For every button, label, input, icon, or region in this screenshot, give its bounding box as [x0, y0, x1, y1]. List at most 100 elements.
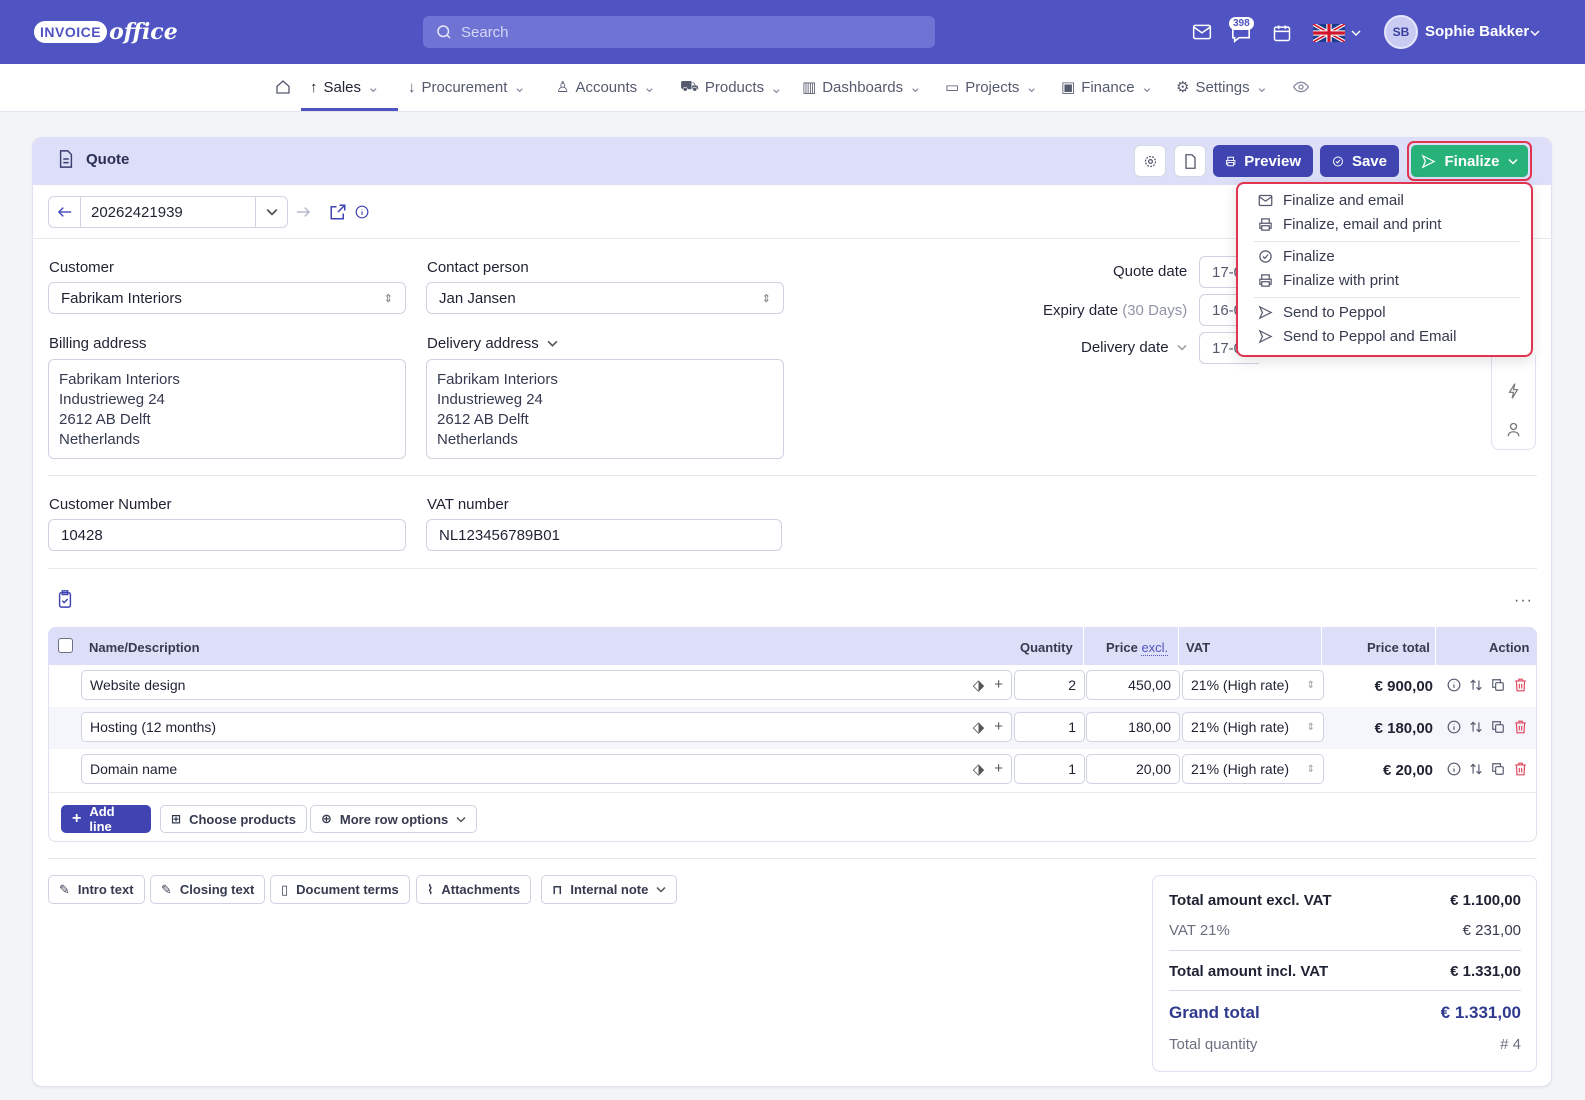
- pdf-button[interactable]: [1174, 145, 1206, 177]
- quantity-field[interactable]: 1: [1014, 754, 1085, 784]
- save-button[interactable]: Save: [1320, 145, 1399, 177]
- column-header-price-total: Price total: [1367, 640, 1430, 655]
- settings-button[interactable]: [1134, 145, 1166, 177]
- nav-item-sales[interactable]: ↑ Sales ⌄: [310, 78, 380, 97]
- vat-number-field[interactable]: NL123456789B01: [426, 519, 782, 551]
- calendar-icon[interactable]: [1272, 23, 1292, 43]
- tag-icon[interactable]: ⬗: [973, 760, 985, 778]
- select-all-checkbox[interactable]: [58, 638, 73, 653]
- price-field[interactable]: 20,00: [1086, 754, 1180, 784]
- vat-select[interactable]: 21% (High rate) ⇕: [1182, 670, 1324, 700]
- menu-item-send-peppol-email[interactable]: Send to Peppol and Email: [1258, 328, 1456, 345]
- quantity-field[interactable]: 2: [1014, 670, 1085, 700]
- copy-icon[interactable]: [1491, 762, 1505, 776]
- customer-select[interactable]: Fabrikam Interiors ⇕: [48, 282, 406, 314]
- preview-button[interactable]: Preview: [1213, 145, 1313, 177]
- intro-text-button[interactable]: ✎ Intro text: [48, 875, 145, 904]
- lightning-icon[interactable]: [1507, 383, 1520, 399]
- menu-label: Finalize and email: [1283, 192, 1404, 209]
- attachments-button[interactable]: ⌇ Attachments: [416, 875, 532, 904]
- menu-item-finalize[interactable]: Finalize: [1258, 248, 1335, 265]
- info-icon[interactable]: [1447, 678, 1461, 692]
- copy-icon[interactable]: [1491, 678, 1505, 692]
- menu-item-finalize-print[interactable]: Finalize with print: [1258, 272, 1399, 289]
- plus-icon[interactable]: +: [994, 676, 1003, 694]
- logo-pill: INVOICE: [34, 21, 108, 43]
- contact-value: Jan Jansen: [439, 289, 516, 307]
- copy-icon[interactable]: [1491, 720, 1505, 734]
- item-name-field[interactable]: Website design ⬗ +: [81, 670, 1012, 700]
- billing-address-field[interactable]: Fabrikam Interiors Industrieweg 24 2612 …: [48, 359, 406, 459]
- user-icon[interactable]: [1507, 422, 1520, 437]
- vat-select[interactable]: 21% (High rate) ⇕: [1182, 712, 1324, 742]
- delivery-date-toggle[interactable]: Delivery date: [1081, 339, 1187, 356]
- external-link-icon[interactable]: [329, 203, 347, 221]
- check-circle-icon: [1259, 250, 1272, 263]
- tag-icon[interactable]: ⬗: [973, 676, 985, 694]
- trash-icon[interactable]: [1514, 720, 1527, 734]
- mail-icon[interactable]: [1192, 23, 1212, 41]
- reorder-icon[interactable]: [1469, 762, 1483, 776]
- closing-text-button[interactable]: ✎ Closing text: [150, 875, 266, 904]
- more-row-options-button[interactable]: ⊕ More row options: [310, 805, 478, 833]
- add-line-button[interactable]: + Add line: [61, 804, 151, 834]
- more-options-icon[interactable]: ···: [1514, 592, 1533, 610]
- document-number-field[interactable]: 20262421939: [48, 196, 288, 228]
- uk-flag-icon[interactable]: [1313, 24, 1345, 42]
- delivery-address-field[interactable]: Fabrikam Interiors Industrieweg 24 2612 …: [426, 359, 784, 459]
- previous-document-button[interactable]: [49, 197, 81, 227]
- nav-item-accounts[interactable]: ♙ Accounts ⌄: [556, 78, 656, 97]
- user-menu-chevron-icon[interactable]: [1530, 29, 1540, 37]
- totals-divider: [1169, 950, 1521, 951]
- next-document-button[interactable]: [288, 196, 318, 228]
- column-separator: [1321, 627, 1322, 665]
- trash-icon[interactable]: [1514, 678, 1527, 692]
- quantity-value: 1: [1068, 761, 1076, 777]
- clipboard-check-icon[interactable]: [57, 590, 73, 608]
- nav-item-settings[interactable]: ⚙ Settings ⌄: [1176, 78, 1268, 97]
- user-name[interactable]: Sophie Bakker: [1425, 23, 1529, 40]
- document-terms-button[interactable]: ▯ Document terms: [270, 875, 410, 904]
- chevron-down-icon[interactable]: [1351, 29, 1361, 37]
- app-logo[interactable]: INVOICE office: [34, 14, 178, 50]
- nav-item-products[interactable]: ⛟ Products ⌄: [680, 78, 783, 97]
- vat-select[interactable]: 21% (High rate) ⇕: [1182, 754, 1324, 784]
- info-icon[interactable]: [1447, 762, 1461, 776]
- item-name-field[interactable]: Domain name ⬗ +: [81, 754, 1012, 784]
- delivery-address-toggle[interactable]: Delivery address: [427, 335, 558, 352]
- menu-item-finalize-email-print[interactable]: Finalize, email and print: [1258, 216, 1441, 233]
- reorder-icon[interactable]: [1469, 678, 1483, 692]
- plus-icon[interactable]: +: [994, 760, 1003, 778]
- quantity-field[interactable]: 1: [1014, 712, 1085, 742]
- info-icon[interactable]: [355, 205, 369, 219]
- document-dropdown-button[interactable]: [255, 197, 287, 227]
- info-icon[interactable]: [1447, 720, 1461, 734]
- menu-item-finalize-email[interactable]: Finalize and email: [1258, 192, 1404, 209]
- search-input[interactable]: [461, 23, 921, 41]
- eye-icon[interactable]: [1293, 80, 1309, 94]
- reorder-icon[interactable]: [1469, 720, 1483, 734]
- internal-note-button[interactable]: ⊓ Internal note: [541, 875, 678, 904]
- tag-icon[interactable]: ⬗: [973, 718, 985, 736]
- contact-person-select[interactable]: Jan Jansen ⇕: [426, 282, 784, 314]
- nav-item-dashboards[interactable]: ▥ Dashboards ⌄: [802, 78, 922, 97]
- nav-item-finance[interactable]: ▣ Finance ⌄: [1061, 78, 1153, 97]
- item-name-field[interactable]: Hosting (12 months) ⬗ +: [81, 712, 1012, 742]
- avatar[interactable]: SB: [1384, 15, 1418, 49]
- customer-number-field[interactable]: 10428: [48, 519, 406, 551]
- document-number[interactable]: 20262421939: [81, 204, 255, 221]
- price-field[interactable]: 180,00: [1086, 712, 1180, 742]
- chevron-down-icon: [266, 208, 277, 216]
- menu-item-send-peppol[interactable]: Send to Peppol: [1258, 304, 1386, 321]
- price-field[interactable]: 450,00: [1086, 670, 1180, 700]
- home-icon[interactable]: [275, 79, 291, 95]
- plus-icon[interactable]: +: [994, 718, 1003, 736]
- nav-item-procurement[interactable]: ↓ Procurement ⌄: [408, 78, 526, 97]
- total-value: € 1.331,00: [1450, 963, 1521, 980]
- choose-products-button[interactable]: ⊞ Choose products: [160, 805, 307, 833]
- nav-item-projects[interactable]: ▭ Projects ⌄: [945, 78, 1038, 97]
- search-bar[interactable]: [423, 16, 935, 48]
- finalize-button[interactable]: Finalize: [1411, 145, 1528, 177]
- trash-icon[interactable]: [1514, 762, 1527, 776]
- customer-number-label: Customer Number: [49, 496, 172, 513]
